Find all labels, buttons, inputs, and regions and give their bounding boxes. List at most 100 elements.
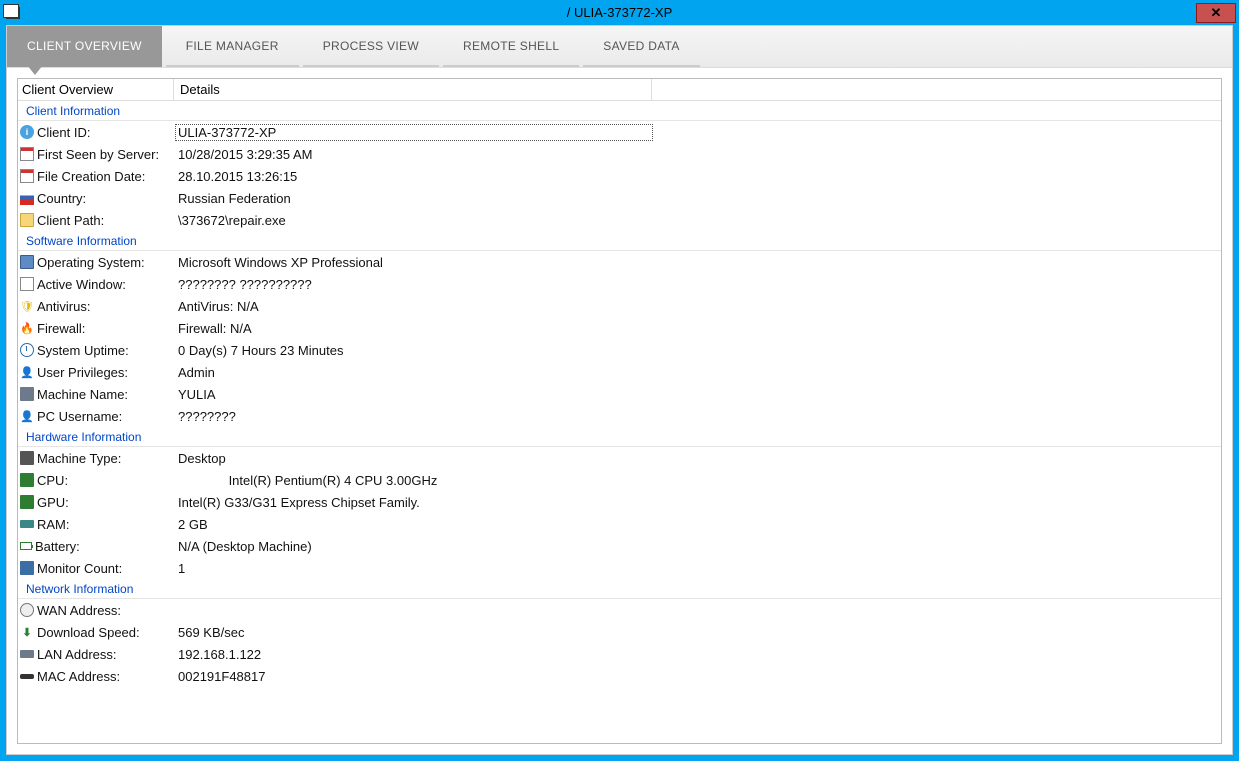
row-hardware-4[interactable]: Battery: N/A (Desktop Machine) [18, 535, 1221, 557]
row-hardware-2[interactable]: GPU: Intel(R) G33/G31 Express Chipset Fam… [18, 491, 1221, 513]
value: Intel(R) G33/G31 Express Chipset Family. [176, 495, 652, 510]
row-client-1[interactable]: First Seen by Server: 10/28/2015 3:29:35 … [18, 143, 1221, 165]
row-network-0[interactable]: WAN Address: [18, 599, 1221, 621]
label: WAN Address: [37, 603, 121, 618]
fire-icon: 🔥 [20, 321, 34, 335]
row-network-3[interactable]: MAC Address: 002191F48817 [18, 665, 1221, 687]
row-software-4[interactable]: System Uptime: 0 Day(s) 7 Hours 23 Minute… [18, 339, 1221, 361]
folder-icon [20, 213, 34, 227]
value: Desktop [176, 451, 652, 466]
window-body: CLIENT OVERVIEWFILE MANAGERPROCESS VIEWR… [6, 25, 1233, 755]
value: Microsoft Windows XP Professional [176, 255, 652, 270]
row-software-1[interactable]: Active Window: ???????? ?????????? [18, 273, 1221, 295]
value: 192.168.1.122 [176, 647, 652, 662]
value: 2 GB [176, 517, 652, 532]
label: File Creation Date: [37, 169, 145, 184]
value: 10/28/2015 3:29:35 AM [176, 147, 652, 162]
user-icon: 👤 [20, 365, 34, 379]
row-hardware-5[interactable]: Monitor Count: 1 [18, 557, 1221, 579]
label: GPU: [37, 495, 69, 510]
row-hardware-0[interactable]: Machine Type: Desktop [18, 447, 1221, 469]
row-client-2[interactable]: File Creation Date:28.10.2015 13:26:15 [18, 165, 1221, 187]
label: Machine Type: [37, 451, 121, 466]
header-col-details[interactable]: Details [174, 79, 652, 100]
row-hardware-1[interactable]: CPU: Intel(R) Pentium(R) 4 CPU 3.00GHz [18, 469, 1221, 491]
label: Download Speed: [37, 625, 140, 640]
value: Intel(R) Pentium(R) 4 CPU 3.00GHz [176, 473, 652, 488]
tab-remote-shell[interactable]: REMOTE SHELL [443, 26, 579, 67]
label: Operating System: [37, 255, 145, 270]
label: Active Window: [37, 277, 126, 292]
section-client: Client Information [18, 101, 1221, 121]
row-software-2[interactable]: 🛡Antivirus:AntiVirus: N/A [18, 295, 1221, 317]
value: 0 Day(s) 7 Hours 23 Minutes [176, 343, 652, 358]
value: Admin [176, 365, 652, 380]
value: N/A (Desktop Machine) [176, 539, 652, 554]
row-hardware-3[interactable]: RAM: 2 GB [18, 513, 1221, 535]
value: 002191F48817 [176, 669, 652, 684]
row-client-4[interactable]: Client Path:\373672\repair.exe [18, 209, 1221, 231]
row-software-3[interactable]: 🔥Firewall: Firewall: N/A [18, 317, 1221, 339]
row-network-1[interactable]: ⬇Download Speed: 569 KB/sec [18, 621, 1221, 643]
battery-icon [20, 542, 32, 550]
tab-saved-data[interactable]: SAVED DATA [583, 26, 699, 67]
label: Client ID: [37, 125, 90, 140]
info-icon: i [20, 125, 34, 139]
value: \373672\repair.exe [176, 213, 652, 228]
value: Firewall: N/A [176, 321, 652, 336]
label: Antivirus: [37, 299, 90, 314]
section-network: Network Information [18, 579, 1221, 599]
label: User Privileges: [37, 365, 128, 380]
window-icon [20, 277, 34, 291]
row-software-6[interactable]: Machine Name: YULIA [18, 383, 1221, 405]
value: ???????? [176, 409, 652, 424]
column-headers: Client Overview Details [18, 79, 1221, 101]
label: RAM: [37, 517, 70, 532]
cpu-icon [20, 473, 34, 487]
label: System Uptime: [37, 343, 129, 358]
value: YULIA [176, 387, 652, 402]
header-col-overview[interactable]: Client Overview [18, 79, 174, 100]
value: 1 [176, 561, 652, 576]
machine-icon [20, 387, 34, 401]
desktop-icon [20, 451, 34, 465]
globe-icon [20, 603, 34, 617]
window-icon [6, 7, 20, 19]
row-software-7[interactable]: 👤PC Username:???????? [18, 405, 1221, 427]
value: AntiVirus: N/A [176, 299, 652, 314]
row-client-3[interactable]: Country: Russian Federation [18, 187, 1221, 209]
tabbar: CLIENT OVERVIEWFILE MANAGERPROCESS VIEWR… [7, 26, 1232, 68]
flag-icon [20, 191, 34, 205]
row-network-2[interactable]: LAN Address:192.168.1.122 [18, 643, 1221, 665]
content-panel: Client Overview Details Client Informati… [17, 78, 1222, 744]
moncount-icon [20, 561, 34, 575]
value: Russian Federation [176, 191, 652, 206]
label: Monitor Count: [37, 561, 122, 576]
section-hardware: Hardware Information [18, 427, 1221, 447]
label: First Seen by Server: [37, 147, 159, 162]
label: Firewall: [37, 321, 85, 336]
row-software-5[interactable]: 👤User Privileges: Admin [18, 361, 1221, 383]
value: ???????? ?????????? [176, 277, 652, 292]
label: Battery: [35, 539, 80, 554]
close-button[interactable]: ✕ [1196, 3, 1236, 23]
label: MAC Address: [37, 669, 120, 684]
value: ULIA-373772-XP [176, 125, 652, 140]
tab-client-overview[interactable]: CLIENT OVERVIEW [7, 26, 162, 67]
mac-icon [20, 674, 34, 679]
lan-icon [20, 650, 34, 658]
clock-icon [20, 343, 34, 357]
cal-icon [20, 147, 34, 161]
label: Machine Name: [37, 387, 128, 402]
row-software-0[interactable]: Operating System: Microsoft Windows XP Pr… [18, 251, 1221, 273]
ram-icon [20, 520, 34, 528]
down-icon: ⬇ [20, 625, 34, 639]
value: 569 KB/sec [176, 625, 652, 640]
label: Country: [37, 191, 86, 206]
pc-icon: 👤 [20, 409, 34, 423]
window-title: / ULIA-373772-XP [567, 5, 673, 20]
row-client-0[interactable]: iClient ID: ULIA-373772-XP [18, 121, 1221, 143]
label: PC Username: [37, 409, 122, 424]
tab-process-view[interactable]: PROCESS VIEW [303, 26, 439, 67]
tab-file-manager[interactable]: FILE MANAGER [166, 26, 299, 67]
